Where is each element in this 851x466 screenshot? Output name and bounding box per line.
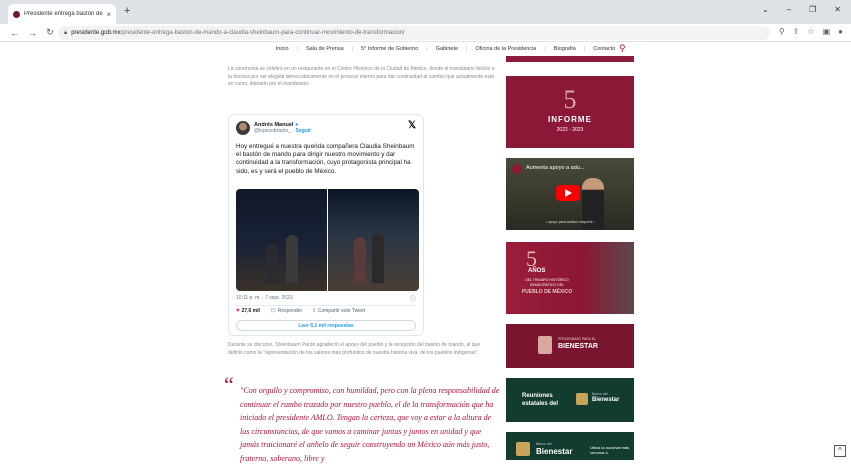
anos-line2: PUEBLO DE MÉXICO (521, 289, 573, 295)
channel-avatar (512, 164, 522, 174)
embedded-tweet[interactable]: Andrés Manuel ● @lopezobrador_ · Seguir … (228, 114, 424, 336)
reply-label: Responder (277, 308, 303, 314)
share-button[interactable]: ⇧ Compartir este Tweet (312, 308, 365, 314)
x-logo-icon[interactable]: 𝕏 (408, 120, 416, 131)
profile-icon[interactable]: ● (838, 27, 843, 36)
nav-biografia[interactable]: Biografía (546, 46, 584, 52)
banner-top-partial[interactable] (506, 56, 634, 62)
bienestar-small: PROGRAMAS PARA EL (558, 337, 597, 341)
banner-bienestar[interactable]: PROGRAMAS PARA EL BIENESTAR (506, 324, 634, 368)
reload-icon[interactable]: ↻ (46, 27, 54, 38)
nav-informe[interactable]: 5° Informe de Gobierno (353, 46, 426, 52)
video-title: Aumenta apoyo a adu... (526, 165, 585, 171)
tab-title: Presidente entrega bastón de m (24, 11, 104, 17)
anos-label: AÑOS (528, 268, 546, 274)
zoom-icon[interactable]: ⚲ (779, 27, 785, 36)
browser-tab-bar: Presidente entrega bastón de m × + ⌄ – ❐… (0, 0, 851, 24)
reuniones-title: Reuniones estatales del (522, 393, 559, 407)
pull-quote: "Con orgullo y compromiso, con humildad,… (240, 386, 500, 463)
nav-sala-de-prensa[interactable]: Sala de Prensa (298, 46, 352, 52)
forward-icon[interactable]: → (28, 28, 37, 38)
video-caption: • apoyo para adultos mayores • (546, 220, 595, 224)
divider (236, 305, 416, 306)
quote-mark-icon: “ (224, 372, 234, 397)
toolbar-icons: ⚲ ⇪ ☆ ▣ ● (779, 27, 843, 36)
close-tab-icon[interactable]: × (106, 10, 111, 19)
url-domain: presidente.gob.mx (71, 30, 121, 36)
photo-figure (354, 237, 366, 283)
banco-side: Ubica la sucursal más cercana a (590, 445, 630, 455)
nav-oficina[interactable]: Oficina de la Presidencia (468, 46, 545, 52)
informe-label: INFORME (548, 115, 592, 124)
bookmark-star-icon[interactable]: ☆ (807, 27, 814, 36)
reuniones-small: Banco del (592, 392, 608, 396)
tweet-actions: ♥ 27,6 mil 💬︎ Responder ⇧ Compartir este … (236, 308, 365, 314)
close-window-button[interactable]: ✕ (834, 5, 841, 14)
banner-reuniones[interactable]: Reuniones estatales del Banco del Bienes… (506, 378, 634, 422)
banco-logo-icon (576, 393, 588, 405)
informe-years: 2022 - 2023 (556, 127, 584, 133)
banner-informe[interactable]: 5 INFORME 2022 - 2023 (506, 76, 634, 148)
bienestar-big: BIENESTAR (558, 343, 598, 350)
tab-search-icon[interactable]: ⌄ (762, 5, 769, 14)
share-icon[interactable]: ⇪ (793, 27, 800, 36)
follow-link[interactable]: Seguir (296, 128, 312, 134)
informe-number: 5 (563, 85, 577, 114)
lock-icon[interactable]: 🔒︎ (64, 30, 67, 37)
photo-figure (372, 233, 384, 283)
tweet-author[interactable]: Andrés Manuel ● @lopezobrador_ · Seguir (236, 121, 311, 135)
heart-icon: ♥ (236, 308, 240, 314)
tweet-photo[interactable] (236, 189, 327, 291)
url-path: /presidente-entrega-baston-de-mando-a-cl… (120, 30, 405, 36)
tweet-handle-row: @lopezobrador_ · Seguir (254, 128, 312, 134)
reuniones-big: Bienestar (592, 397, 620, 403)
tweet-text: Hoy entregué a nuestra querida compañera… (236, 143, 415, 175)
minimize-button[interactable]: – (787, 5, 791, 14)
maximize-button[interactable]: ❐ (809, 5, 816, 14)
photo-figure (266, 243, 278, 283)
photo-figure (286, 235, 298, 283)
banner-5-anos[interactable]: 5 AÑOS DEL TRIUNFO HISTÓRICO DEMOCRÁTICO… (506, 242, 634, 314)
article-paragraph: Durante su discurso, Sheinbaum Pardo agr… (228, 342, 481, 356)
article-paragraph: La ceremonia se celebró en un restaurant… (228, 66, 495, 87)
avatar[interactable] (236, 121, 250, 135)
tweet-timestamp[interactable]: 10:11 p. m. · 7 sept. 2023 (236, 295, 293, 301)
read-replies-button[interactable]: Leer 6,1 mil respuestas (236, 320, 416, 331)
back-icon[interactable]: ← (10, 28, 19, 38)
reply-button[interactable]: 💬︎ Responder (270, 308, 302, 314)
tweet-media[interactable] (236, 189, 419, 291)
browser-tab[interactable]: Presidente entrega bastón de m × (8, 4, 116, 24)
nav-contacto[interactable]: Contacto (585, 46, 623, 52)
nav-gabinete[interactable]: Gabinete (428, 46, 466, 52)
banco-big: Bienestar (536, 447, 573, 456)
sidepanel-icon[interactable]: ▣ (823, 27, 831, 36)
banco-logo-icon (516, 442, 530, 456)
new-tab-button[interactable]: + (124, 5, 130, 17)
tweet-photo[interactable] (328, 189, 419, 291)
tweet-handle[interactable]: @lopezobrador_ (254, 128, 291, 134)
window-controls: ⌄ – ❐ ✕ (762, 5, 841, 14)
site-navigation: Inicio | Sala de Prensa | 5° Informe de Go… (0, 42, 851, 56)
info-icon[interactable]: ⓘ (410, 294, 416, 303)
scroll-to-top-button[interactable]: ^ (834, 445, 846, 457)
nav-inicio[interactable]: Inicio (268, 46, 297, 52)
video-embed[interactable]: Aumenta apoyo a adu... • apoyo para adul… (506, 158, 634, 230)
play-button-icon[interactable] (556, 185, 580, 201)
url-field[interactable]: 🔒︎ presidente.gob.mx /presidente-entrega… (58, 26, 770, 40)
like-button[interactable]: ♥ 27,6 mil (236, 308, 260, 314)
reply-icon: 💬︎ (269, 308, 277, 314)
upload-icon: ⇧ (312, 308, 317, 314)
favicon-icon (13, 10, 20, 18)
share-label: Compartir este Tweet (317, 308, 366, 314)
bienestar-logo-icon (538, 336, 552, 354)
address-bar-row: ← → ↻ 🔒︎ presidente.gob.mx /presidente-e… (0, 24, 851, 42)
search-icon[interactable]: ⚲ (619, 43, 626, 54)
anos-line1: DEL TRIUNFO HISTÓRICO DEMOCRÁTICO DEL (525, 278, 569, 287)
banner-banco[interactable]: Banco del Bienestar Ubica la sucursal má… (506, 432, 634, 460)
banco-small: Banco del (536, 442, 552, 446)
like-count: 27,6 mil (241, 308, 260, 314)
